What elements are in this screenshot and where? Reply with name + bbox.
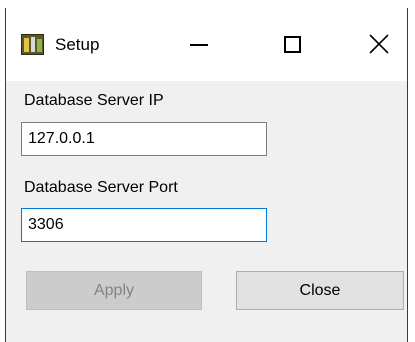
port-input[interactable] — [21, 208, 267, 242]
title-bar[interactable]: Setup — [6, 8, 407, 81]
close-icon — [369, 34, 389, 54]
close-button[interactable]: Close — [236, 271, 404, 310]
app-icon — [21, 34, 44, 55]
maximize-icon — [284, 36, 301, 53]
minimize-button[interactable] — [172, 24, 228, 66]
close-window-button[interactable] — [351, 24, 407, 66]
ip-input[interactable] — [21, 122, 267, 156]
apply-button[interactable]: Apply — [26, 271, 202, 310]
setup-dialog: Setup Database Server IP Database Server… — [5, 8, 408, 342]
minimize-icon — [190, 44, 208, 46]
port-label: Database Server Port — [24, 179, 178, 196]
window-title: Setup — [55, 35, 100, 54]
ip-label: Database Server IP — [24, 92, 164, 109]
maximize-button[interactable] — [266, 24, 322, 66]
